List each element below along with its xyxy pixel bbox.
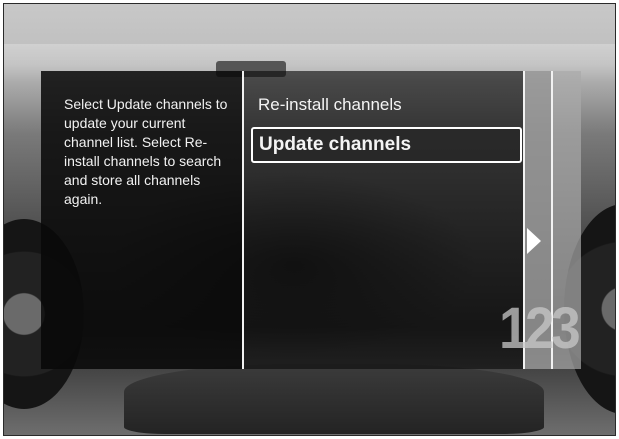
divider <box>242 71 244 369</box>
menu-item-update-channels[interactable]: Update channels <box>251 127 522 163</box>
right-arrow-icon[interactable] <box>527 228 541 254</box>
help-text: Select Update channels to update your cu… <box>64 96 228 207</box>
menu-item-reinstall-channels[interactable]: Re-install channels <box>258 95 520 115</box>
background-car-nose <box>124 364 544 434</box>
page-number: 123 <box>499 296 581 361</box>
menu-panel <box>244 71 523 369</box>
